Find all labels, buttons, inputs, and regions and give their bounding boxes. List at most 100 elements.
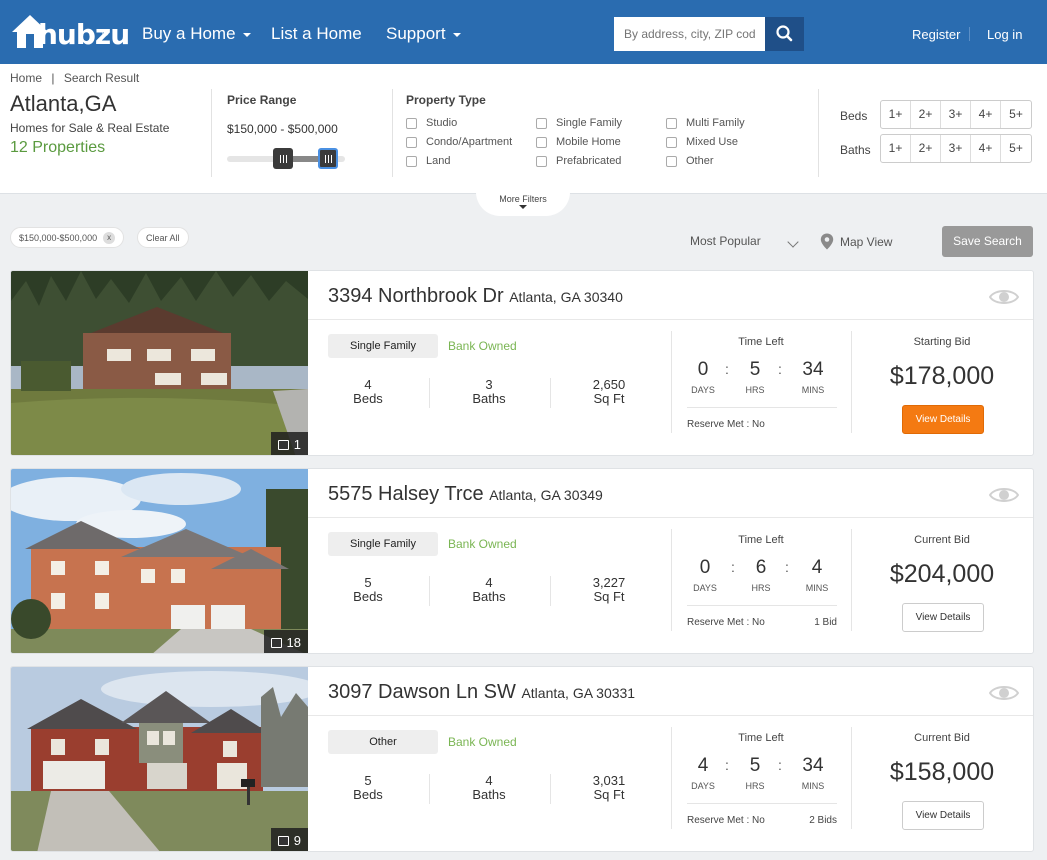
checkbox-studio[interactable]: Studio	[406, 117, 457, 129]
clear-all-button[interactable]: Clear All	[137, 227, 189, 248]
nav-support[interactable]: Support	[386, 24, 461, 44]
checkbox-label: Other	[686, 155, 714, 167]
beds-option-2[interactable]: 2+	[911, 101, 941, 128]
checkbox-mixed-use[interactable]: Mixed Use	[666, 136, 738, 148]
checkbox-mobile-home[interactable]: Mobile Home	[536, 136, 621, 148]
sort-select[interactable]: Most Popular	[690, 234, 800, 248]
checkbox-single-family[interactable]: Single Family	[536, 117, 622, 129]
checkbox-other[interactable]: Other	[666, 155, 714, 167]
nav-support-label: Support	[386, 24, 446, 43]
checkbox-condo-apartment[interactable]: Condo/Apartment	[406, 136, 512, 148]
checkbox-box[interactable]	[666, 155, 677, 167]
checkbox-box[interactable]	[406, 155, 417, 167]
map-view-label: Map View	[840, 234, 893, 249]
checkbox-land[interactable]: Land	[406, 155, 450, 167]
column-divider	[671, 529, 672, 631]
hours-label: HRS	[745, 781, 765, 791]
remove-chip-icon[interactable]: x	[103, 231, 116, 244]
hubzu-logo[interactable]: hubzu ®	[10, 12, 130, 52]
watch-eye-icon[interactable]	[989, 285, 1019, 309]
chip-label: $150,000-$500,000	[19, 232, 98, 243]
price-min-handle[interactable]	[273, 148, 293, 169]
nav-list-a-home[interactable]: List a Home	[271, 24, 362, 44]
sqft-stat: 3,031 Sq Ft	[574, 774, 644, 802]
watch-eye-icon[interactable]	[989, 483, 1019, 507]
logo-registered-mark: ®	[102, 28, 109, 38]
time-colon: :	[725, 361, 729, 377]
checkbox-box[interactable]	[536, 136, 547, 148]
checkbox-label: Mobile Home	[556, 136, 621, 148]
baths-option-4[interactable]: 4+	[971, 135, 1001, 162]
column-divider	[851, 727, 852, 829]
view-details-button[interactable]: View Details	[902, 801, 984, 830]
card-divider	[308, 517, 1033, 518]
days-value: 4	[697, 755, 709, 776]
nav-buy-a-home[interactable]: Buy a Home	[142, 24, 251, 44]
map-view-button[interactable]: Map View	[820, 233, 892, 250]
checkbox-box[interactable]	[536, 117, 547, 129]
beds-value: 5	[364, 575, 372, 590]
listing-address[interactable]: 3394 Northbrook Dr Atlanta, GA 30340	[328, 285, 623, 308]
property-type-badge: Single Family	[328, 532, 438, 556]
watch-eye-icon[interactable]	[989, 681, 1019, 705]
sqft-stat: 3,227 Sq Ft	[574, 576, 644, 604]
listing-address[interactable]: 3097 Dawson Ln SW Atlanta, GA 30331	[328, 681, 635, 704]
stat-divider	[550, 576, 551, 606]
sqft-value: 3,031	[592, 773, 626, 788]
breadcrumb-home[interactable]: Home	[10, 71, 42, 85]
view-details-button[interactable]: View Details	[902, 405, 984, 434]
beds-option-4[interactable]: 4+	[971, 101, 1001, 128]
clear-all-label: Clear All	[146, 232, 180, 243]
bid-label: Current Bid	[914, 534, 970, 546]
checkbox-box[interactable]	[406, 136, 417, 148]
bid-amount: $158,000	[889, 758, 995, 786]
column-divider	[851, 529, 852, 631]
stat-divider	[429, 774, 430, 804]
baths-label: Baths	[472, 589, 506, 604]
property-photo[interactable]: 18	[11, 469, 308, 653]
bid-count: 1 Bid	[814, 617, 837, 628]
beds-option-1[interactable]: 1+	[881, 101, 911, 128]
search-input[interactable]	[614, 17, 765, 51]
checkbox-multi-family[interactable]: Multi Family	[666, 117, 745, 129]
save-search-button[interactable]: Save Search	[942, 226, 1033, 257]
bid-count: 2 Bids	[809, 815, 837, 826]
baths-stat: 4 Baths	[454, 576, 524, 604]
listing-street: 5575 Halsey Trce	[328, 483, 484, 505]
checkbox-box[interactable]	[666, 117, 677, 129]
view-details-button[interactable]: View Details	[902, 603, 984, 632]
stat-divider	[429, 378, 430, 408]
page-subtitle: Homes for Sale & Real Estate	[10, 121, 170, 135]
checkbox-label: Prefabricated	[556, 155, 622, 167]
property-photo[interactable]: 9	[11, 667, 308, 851]
baths-option-2[interactable]: 2+	[911, 135, 941, 162]
price-max-handle[interactable]	[318, 148, 338, 169]
property-photo[interactable]: 1	[11, 271, 308, 455]
house-photo	[11, 667, 308, 851]
time-left-label: Time Left	[738, 732, 784, 744]
beds-option-3[interactable]: 3+	[941, 101, 971, 128]
baths-option-1[interactable]: 1+	[881, 135, 911, 162]
price-filter-chip[interactable]: $150,000-$500,000 x	[10, 227, 125, 248]
minutes-label: MINS	[805, 583, 829, 593]
checkbox-label: Condo/Apartment	[426, 136, 513, 148]
checkbox-box[interactable]	[666, 136, 677, 148]
time-colon: :	[785, 559, 789, 575]
photo-icon	[270, 637, 282, 648]
listing-card: 18 5575 Halsey Trce Atlanta, GA 30349 Si…	[10, 468, 1034, 654]
search-button[interactable]	[765, 17, 804, 51]
baths-option-3[interactable]: 3+	[941, 135, 971, 162]
checkbox-prefabricated[interactable]: Prefabricated	[536, 155, 621, 167]
beds-option-5[interactable]: 5+	[1001, 101, 1031, 128]
checkbox-box[interactable]	[536, 155, 547, 167]
minutes-label: MINS	[801, 385, 825, 395]
checkbox-box[interactable]	[406, 117, 417, 129]
baths-option-5[interactable]: 5+	[1001, 135, 1031, 162]
listing-address[interactable]: 5575 Halsey Trce Atlanta, GA 30349	[328, 483, 603, 506]
register-link[interactable]: Register	[912, 27, 960, 42]
more-filters-toggle[interactable]: More Filters	[476, 192, 570, 216]
baths-label: Baths	[472, 391, 506, 406]
login-link[interactable]: Log in	[987, 27, 1022, 42]
top-navigation: hubzu ® Buy a Home List a Home Support R…	[0, 0, 1047, 64]
bid-label: Current Bid	[914, 732, 970, 744]
